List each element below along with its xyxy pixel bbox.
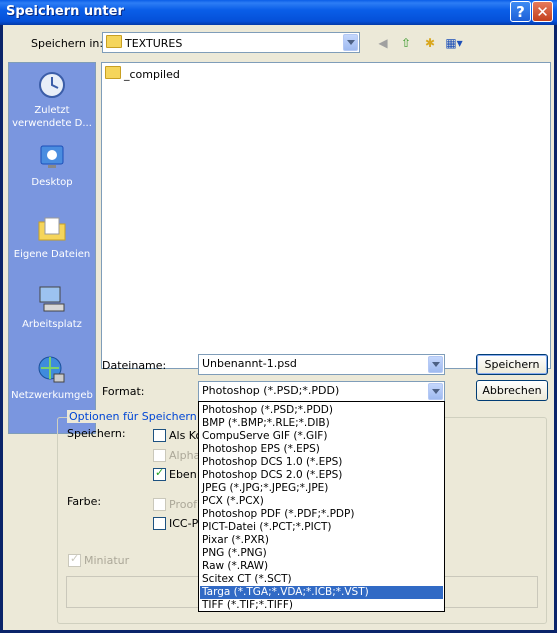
folder-icon [105, 66, 121, 79]
format-option[interactable]: Photoshop PDF (*.PDF;*.PDP) [200, 508, 443, 521]
close-button[interactable]: ✕ [532, 1, 553, 22]
proof-setup-checkbox[interactable] [153, 498, 166, 511]
format-option[interactable]: CompuServe GIF (*.GIF) [200, 430, 443, 443]
window-title: Speichern unter [6, 4, 124, 19]
format-option[interactable]: Photoshop (*.PSD;*.PDD) [200, 404, 443, 417]
save-options-title: Optionen für Speichern [67, 410, 199, 423]
place-recent[interactable]: Zuletzt verwendete D... [9, 69, 95, 130]
color-label: Farbe: [67, 495, 102, 508]
filename-value: Unbenannt-1.psd [202, 357, 297, 370]
format-option[interactable]: BMP (*.BMP;*.RLE;*.DIB) [200, 417, 443, 430]
chevron-down-icon[interactable] [343, 34, 358, 51]
format-option[interactable]: Raw (*.RAW) [200, 560, 443, 573]
recent-documents-icon [39, 72, 65, 98]
cancel-button[interactable]: Abbrechen [476, 380, 548, 401]
format-option[interactable]: PNG (*.PNG) [200, 547, 443, 560]
layers-label: Eben [169, 468, 197, 481]
place-label: Desktop [31, 177, 73, 188]
format-option[interactable]: Photoshop DCS 2.0 (*.EPS) [200, 469, 443, 482]
format-value: Photoshop (*.PSD;*.PDD) [202, 384, 340, 397]
layers-checkbox[interactable] [153, 466, 166, 481]
format-option[interactable]: Scitex CT (*.SCT) [200, 573, 443, 586]
icc-profile-label: ICC-P [169, 517, 199, 530]
save-button[interactable]: Speichern [476, 354, 548, 375]
title-bar[interactable]: Speichern unter ? ✕ [0, 0, 557, 25]
place-label: Eigene Dateien [13, 249, 91, 260]
location-combo[interactable]: TEXTURES [102, 32, 360, 53]
save-options-label: Speichern: [67, 427, 126, 440]
back-icon[interactable]: ◀ [374, 34, 392, 52]
desktop-icon [40, 145, 64, 168]
save-in-label: Speichern in: [31, 37, 104, 50]
place-label: Netzwerkumgeb [11, 390, 93, 401]
format-option[interactable]: Photoshop EPS (*.EPS) [200, 443, 443, 456]
up-folder-icon[interactable]: ⇧ [397, 34, 415, 52]
format-select[interactable]: Photoshop (*.PSD;*.PDD) [198, 381, 445, 402]
thumbnail-label: Miniatur [84, 554, 130, 567]
format-option[interactable]: Photoshop DCS 1.0 (*.EPS) [200, 456, 443, 469]
format-label: Format: [102, 385, 145, 398]
filename-label: Dateiname: [102, 359, 167, 372]
help-button[interactable]: ? [510, 1, 531, 22]
location-value: TEXTURES [125, 37, 183, 50]
place-network[interactable]: Netzwerkumgeb [9, 354, 95, 402]
file-name: _compiled [124, 68, 180, 81]
chevron-down-icon[interactable] [428, 356, 443, 373]
my-computer-icon [39, 286, 65, 312]
filename-input[interactable]: Unbenannt-1.psd [198, 354, 445, 375]
place-my-documents[interactable]: Eigene Dateien [9, 213, 95, 261]
format-option[interactable]: TIFF (*.TIF;*.TIFF) [200, 599, 443, 612]
place-my-computer[interactable]: Arbeitsplatz [9, 283, 95, 331]
list-item[interactable]: _compiled [105, 66, 180, 81]
format-option[interactable]: Pixar (*.PXR) [200, 534, 443, 547]
icc-profile-checkbox[interactable] [153, 517, 166, 530]
dialog-body: Speichern in: TEXTURES ◀ ⇧ ✱ ▦▾ Zuletzt … [3, 25, 554, 630]
thumbnail-checkbox[interactable] [68, 552, 81, 567]
format-dropdown-list[interactable]: Photoshop (*.PSD;*.PDD) BMP (*.BMP;*.RLE… [198, 401, 445, 612]
alpha-channels-label: Alpha [169, 449, 201, 462]
view-menu-icon[interactable]: ▦▾ [445, 34, 463, 52]
place-label: Arbeitsplatz [22, 319, 82, 330]
proof-setup-label: Proof [169, 498, 198, 511]
chevron-down-icon[interactable] [428, 383, 443, 400]
format-option[interactable]: JPEG (*.JPG;*.JPEG;*.JPE) [200, 482, 443, 495]
place-label: Zuletzt verwendete D... [12, 105, 92, 129]
places-bar: Zuletzt verwendete D... Desktop Eigene D… [8, 62, 96, 434]
my-documents-icon [38, 217, 66, 241]
save-as-dialog: Speichern unter ? ✕ Speichern in: TEXTUR… [0, 0, 557, 633]
format-option[interactable]: PCX (*.PCX) [200, 495, 443, 508]
format-option[interactable]: PICT-Datei (*.PCT;*.PICT) [200, 521, 443, 534]
new-folder-icon[interactable]: ✱ [421, 34, 439, 52]
file-list[interactable]: _compiled [101, 62, 551, 369]
alpha-channels-checkbox[interactable] [153, 449, 166, 462]
network-icon [38, 356, 65, 383]
folder-icon [106, 35, 122, 48]
format-option-highlighted[interactable]: Targa (*.TGA;*.VDA;*.ICB;*.VST) [200, 586, 443, 599]
as-copy-checkbox[interactable] [153, 429, 166, 442]
place-desktop[interactable]: Desktop [9, 141, 95, 189]
